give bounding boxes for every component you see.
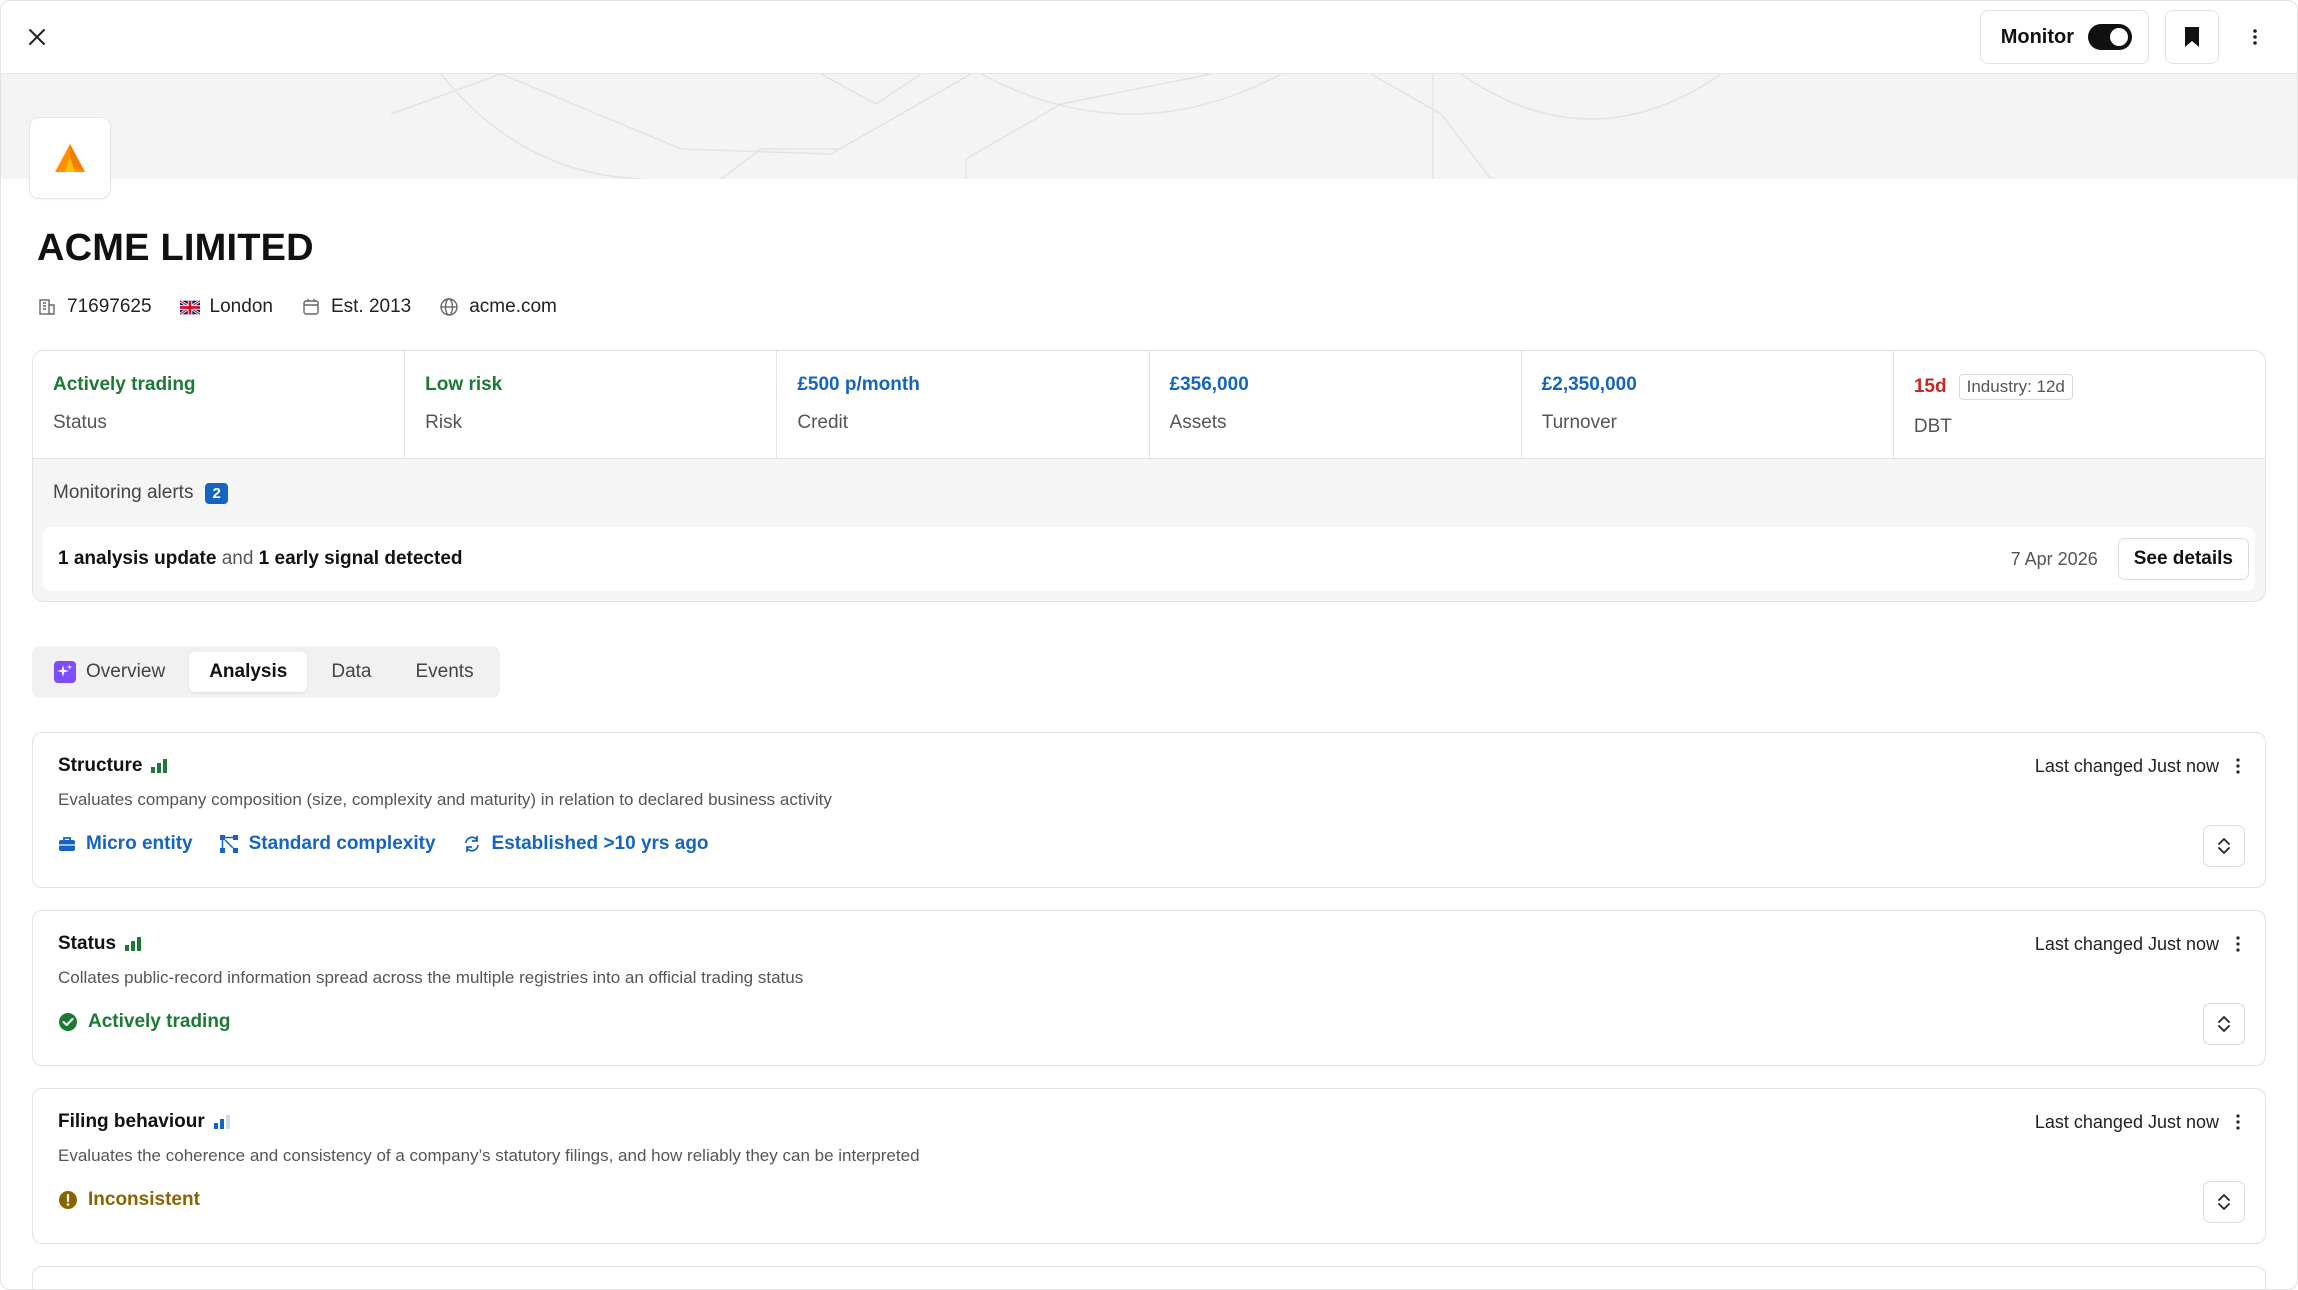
tag-micro-entity: Micro entity xyxy=(58,833,193,855)
more-vertical-icon xyxy=(2236,936,2240,952)
alerts-count-badge: 2 xyxy=(205,482,228,504)
company-logo xyxy=(29,117,111,199)
chevron-up-down-icon xyxy=(2218,1016,2230,1032)
last-changed: Last changed Just now xyxy=(2034,933,2219,954)
more-vertical-icon xyxy=(2236,1114,2240,1130)
calendar-icon xyxy=(301,297,321,317)
company-website[interactable]: acme.com xyxy=(439,296,557,318)
card-description: Evaluates company composition (size, com… xyxy=(58,790,832,809)
analysis-card-filing-behaviour: Filing behaviour Last changed Just now E… xyxy=(32,1088,2266,1244)
card-description: Collates public-record information sprea… xyxy=(58,968,804,987)
structure-tags: Micro entity Standard complexity Establi… xyxy=(58,833,2241,855)
signal-strength-medium-icon xyxy=(213,1115,230,1129)
acme-logo-icon xyxy=(55,144,85,172)
alert-date: 7 Apr 2026 xyxy=(2010,548,2098,569)
card-description: Evaluates the coherence and consistency … xyxy=(58,1146,920,1165)
signal-strength-high-icon xyxy=(151,759,168,773)
tab-data[interactable]: Data xyxy=(311,652,391,692)
last-changed: Last changed Just now xyxy=(2034,1111,2219,1132)
card-menu-button[interactable] xyxy=(2235,757,2241,775)
tab-events[interactable]: Events xyxy=(395,652,493,692)
company-meta: 71697625 London Est. 2013 acme.com xyxy=(32,296,2266,318)
tab-overview[interactable]: Overview xyxy=(38,652,185,692)
monitor-toggle-button[interactable]: Monitor xyxy=(1979,10,2149,64)
card-menu-button[interactable] xyxy=(2235,935,2241,953)
kpi-turnover: £2,350,000 Turnover xyxy=(1522,351,1894,458)
monitoring-alerts-title: Monitoring alerts xyxy=(53,482,194,503)
uk-flag-icon xyxy=(179,297,200,317)
header-banner xyxy=(1,74,2297,179)
monitor-toggle-switch[interactable] xyxy=(2088,24,2132,50)
more-vertical-icon xyxy=(2253,29,2257,45)
expand-button[interactable] xyxy=(2203,1003,2245,1045)
monitoring-alerts-header: Monitoring alerts 2 xyxy=(33,459,2265,527)
kpi-risk: Low risk Risk xyxy=(405,351,778,458)
section-tabs: Overview Analysis Data Events xyxy=(32,646,500,698)
expand-button[interactable] xyxy=(2203,825,2245,867)
globe-icon xyxy=(439,297,459,317)
kpi-dbt: 15d Industry: 12d DBT xyxy=(1894,351,2265,458)
close-icon xyxy=(29,29,45,45)
tag-standard-complexity: Standard complexity xyxy=(219,833,436,855)
check-circle-icon xyxy=(59,1013,77,1031)
close-button[interactable] xyxy=(27,27,47,47)
company-location: London xyxy=(179,296,273,318)
alert-summary: 1 analysis update and 1 early signal det… xyxy=(58,548,463,569)
more-options-button[interactable] xyxy=(2235,10,2275,64)
last-changed: Last changed Just now xyxy=(2034,755,2219,776)
card-menu-button[interactable] xyxy=(2235,1113,2241,1131)
monitor-label: Monitor xyxy=(2000,25,2074,48)
sparkle-icon xyxy=(54,661,76,683)
expand-button[interactable] xyxy=(2203,1181,2245,1223)
summary-card: Actively trading Status Low risk Risk £5… xyxy=(32,350,2266,602)
industry-dbt-badge: Industry: 12d xyxy=(1958,374,2073,400)
main-content: ACME LIMITED 71697625 London Est. 2013 a… xyxy=(1,227,2297,1289)
banner-pattern xyxy=(390,74,1722,179)
signal-strength-high-icon xyxy=(125,937,142,951)
kpi-credit: £500 p/month Credit xyxy=(777,351,1150,458)
dbt-value: 15d xyxy=(1913,376,1947,397)
kpi-status: Actively trading Status xyxy=(33,351,406,458)
top-bar: Monitor xyxy=(1,1,2297,74)
analysis-card-status: Status Last changed Just now Collates pu… xyxy=(32,910,2266,1066)
company-number: 71697625 xyxy=(37,296,152,318)
briefcase-icon xyxy=(59,837,75,851)
see-details-button[interactable]: See details xyxy=(2117,538,2249,580)
company-name: ACME LIMITED xyxy=(37,227,314,269)
alert-row: 1 analysis update and 1 early signal det… xyxy=(43,527,2255,591)
bookmark-icon xyxy=(2185,27,2199,47)
analysis-card-structure: Structure Last changed Just now Evaluate… xyxy=(32,732,2266,888)
kpi-assets: £356,000 Assets xyxy=(1150,351,1522,458)
more-vertical-icon xyxy=(2236,758,2240,774)
kpi-row: Actively trading Status Low risk Risk £5… xyxy=(33,351,2265,459)
tag-established: Established >10 yrs ago xyxy=(462,833,709,855)
chevron-up-down-icon xyxy=(2218,1194,2230,1210)
card-title: Status xyxy=(58,933,117,954)
company-profile-panel: Monitor ACME LIMITED 71697625 London Est… xyxy=(0,0,2298,1290)
card-title: Structure xyxy=(58,755,143,776)
status-result: Actively trading xyxy=(58,1011,2241,1033)
analysis-card-next xyxy=(32,1266,2266,1289)
chevron-up-down-icon xyxy=(2218,838,2230,854)
tab-analysis[interactable]: Analysis xyxy=(189,652,308,692)
warning-circle-icon xyxy=(59,1191,77,1209)
refresh-icon xyxy=(464,836,479,852)
card-title: Filing behaviour xyxy=(58,1111,205,1132)
filing-result: Inconsistent xyxy=(58,1189,2241,1211)
company-established: Est. 2013 xyxy=(301,296,411,318)
building-icon xyxy=(37,297,57,317)
network-icon xyxy=(219,835,238,853)
bookmark-button[interactable] xyxy=(2165,10,2219,64)
